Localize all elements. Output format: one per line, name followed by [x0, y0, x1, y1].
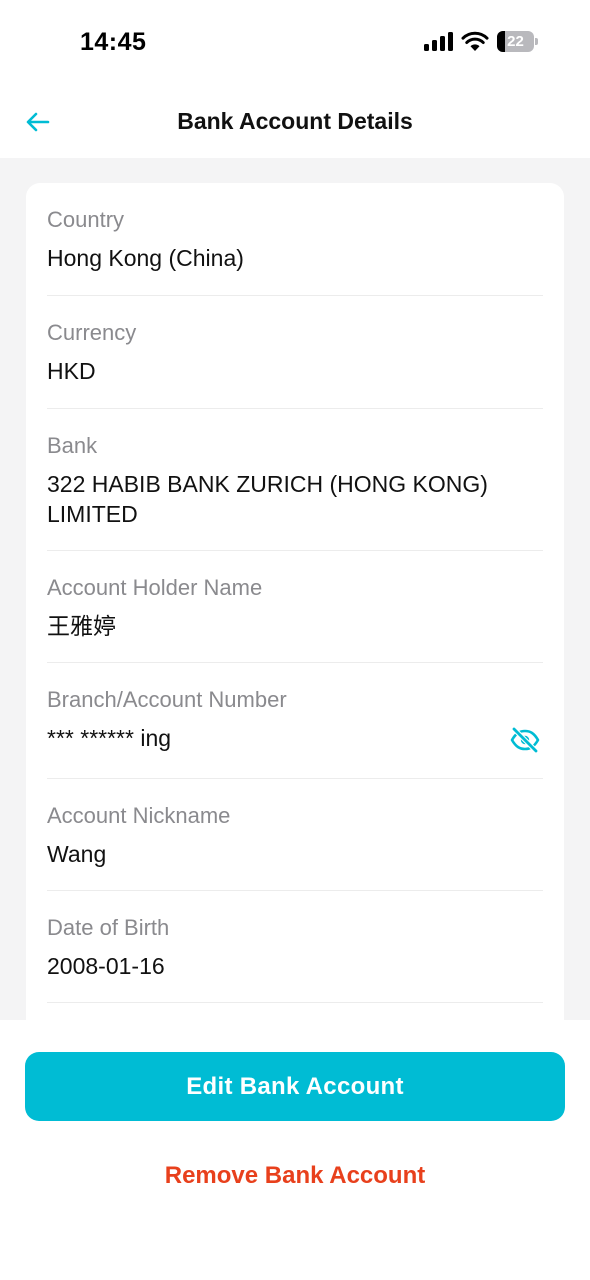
field-country: Country Hong Kong (China) [47, 183, 543, 296]
page-title: Bank Account Details [177, 108, 413, 134]
show-account-number-toggle[interactable] [509, 726, 541, 754]
remove-bank-account-button[interactable]: Remove Bank Account [0, 1162, 590, 1198]
date-of-birth-value: 2008-01-16 [47, 953, 165, 979]
account-holder-label: Account Holder Name [47, 575, 263, 600]
eye-off-icon [510, 727, 540, 753]
field-bank: Bank 322 HABIB BANK ZURICH (HONG KONG) L… [47, 409, 543, 551]
nickname-label: Account Nickname [47, 803, 231, 828]
date-of-birth-label: Date of Birth [47, 915, 170, 940]
details-scroll-area[interactable]: Country Hong Kong (China) Currency HKD B… [0, 158, 590, 1020]
nickname-value: Wang [47, 841, 107, 867]
status-icons: 22 [424, 31, 538, 52]
currency-label: Currency [47, 320, 137, 345]
field-account-holder: Account Holder Name 王雅婷 [47, 551, 543, 663]
country-value: Hong Kong (China) [47, 245, 244, 271]
battery-icon: 22 [497, 31, 538, 52]
field-currency: Currency HKD [47, 296, 543, 409]
field-account-nickname: Account Nickname Wang [47, 779, 543, 891]
branch-account-label: Branch/Account Number [47, 687, 287, 712]
bottom-action-bar: Edit Bank Account Remove Bank Account [0, 1020, 590, 1280]
account-holder-value: 王雅婷 [47, 613, 116, 639]
country-label: Country [47, 207, 125, 232]
field-branch-account-number: Branch/Account Number *** ****** ing [47, 663, 543, 779]
edit-bank-account-button[interactable]: Edit Bank Account [25, 1052, 565, 1121]
bank-label: Bank [47, 433, 98, 458]
screen: 14:45 22 Bank Account Details Country Ho… [0, 0, 590, 1280]
currency-value: HKD [47, 358, 96, 384]
branch-account-value: *** ****** ing [47, 725, 172, 751]
nav-header: Bank Account Details [0, 88, 590, 158]
field-date-of-birth: Date of Birth 2008-01-16 [47, 891, 543, 1003]
bank-value: 322 HABIB BANK ZURICH (HONG KONG) LIMITE… [47, 471, 488, 527]
wifi-icon [461, 31, 489, 51]
status-time: 14:45 [80, 28, 147, 56]
battery-level: 22 [507, 33, 524, 50]
cellular-signal-icon [424, 32, 453, 51]
status-bar: 14:45 22 [0, 0, 590, 88]
bank-details-card: Country Hong Kong (China) Currency HKD B… [26, 183, 564, 1020]
